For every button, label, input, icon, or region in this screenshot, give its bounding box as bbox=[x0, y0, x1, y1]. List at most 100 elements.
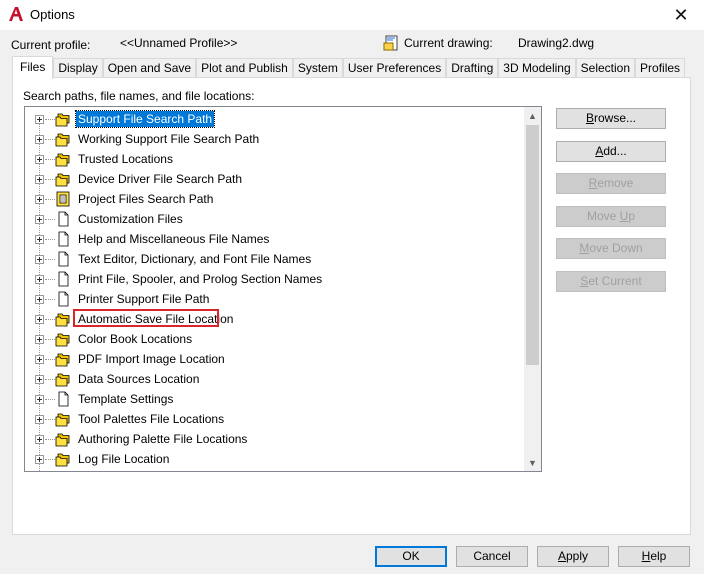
tree-item-label: Customization Files bbox=[78, 212, 183, 226]
tree-item-label: Trusted Locations bbox=[78, 152, 173, 166]
help-button[interactable]: Help bbox=[618, 546, 690, 567]
set-current-button[interactable]: Set Current bbox=[556, 271, 666, 292]
tree-item[interactable]: Tool Palettes File Locations bbox=[25, 409, 523, 429]
project-files-icon bbox=[55, 191, 71, 207]
expand-plus-icon[interactable] bbox=[35, 355, 44, 364]
expand-plus-icon[interactable] bbox=[35, 115, 44, 124]
expand-plus-icon[interactable] bbox=[35, 275, 44, 284]
tab-plot-and-publish[interactable]: Plot and Publish bbox=[196, 58, 293, 78]
tree-item[interactable]: Authoring Palette File Locations bbox=[25, 429, 523, 449]
tree-item[interactable]: Text Editor, Dictionary, and Font File N… bbox=[25, 249, 523, 269]
scroll-up-arrow-icon[interactable]: ▲ bbox=[524, 107, 541, 124]
folder-stack-icon bbox=[55, 151, 71, 167]
tab-open-and-save[interactable]: Open and Save bbox=[102, 58, 197, 78]
tree-item-label: Tool Palettes File Locations bbox=[78, 412, 225, 426]
tree-branch-line bbox=[45, 459, 55, 460]
current-profile-value: <<Unnamed Profile>> bbox=[120, 36, 238, 50]
expand-plus-icon[interactable] bbox=[35, 155, 44, 164]
expand-plus-icon[interactable] bbox=[35, 315, 44, 324]
tree-vertical-scrollbar[interactable]: ▲ ▼ bbox=[524, 107, 541, 471]
tree-branch-line bbox=[45, 179, 55, 180]
tree-branch-line bbox=[45, 339, 55, 340]
annotation-highlight-box bbox=[73, 309, 219, 327]
tree-branch-line bbox=[45, 299, 55, 300]
tree-item-label: Project Files Search Path bbox=[78, 192, 214, 206]
expand-plus-icon[interactable] bbox=[35, 175, 44, 184]
tree-branch-line bbox=[45, 219, 55, 220]
tab-files[interactable]: Files bbox=[12, 56, 54, 79]
window-title: Options bbox=[30, 7, 75, 22]
scroll-down-arrow-icon[interactable]: ▼ bbox=[524, 454, 541, 471]
move-up-button[interactable]: Move Up bbox=[556, 206, 666, 227]
tree-branch-line bbox=[45, 319, 55, 320]
document-icon bbox=[55, 211, 71, 227]
scrollbar-thumb[interactable] bbox=[526, 125, 539, 365]
tree-item[interactable]: Data Sources Location bbox=[25, 369, 523, 389]
expand-plus-icon[interactable] bbox=[35, 135, 44, 144]
tab-selection[interactable]: Selection bbox=[575, 58, 636, 78]
expand-plus-icon[interactable] bbox=[35, 435, 44, 444]
current-drawing-label: Current drawing: bbox=[404, 36, 493, 50]
tree-item[interactable]: Support File Search Path bbox=[25, 109, 523, 129]
cancel-button[interactable]: Cancel bbox=[456, 546, 528, 567]
tab-drafting[interactable]: Drafting bbox=[446, 58, 499, 78]
tree-branch-line bbox=[45, 279, 55, 280]
tree-item-label: Log File Location bbox=[78, 452, 170, 466]
expand-plus-icon[interactable] bbox=[35, 375, 44, 384]
file-locations-tree[interactable]: Support File Search Path Working Support … bbox=[24, 106, 542, 472]
folder-stack-icon bbox=[55, 311, 71, 327]
tree-item-label: Help and Miscellaneous File Names bbox=[78, 232, 270, 246]
folder-stack-icon bbox=[55, 351, 71, 367]
tab-system[interactable]: System bbox=[292, 58, 343, 78]
tab-3d-modeling[interactable]: 3D Modeling bbox=[498, 58, 576, 78]
expand-plus-icon[interactable] bbox=[35, 335, 44, 344]
tree-item-label: Template Settings bbox=[78, 392, 174, 406]
ok-button[interactable]: OK bbox=[375, 546, 447, 567]
search-paths-label: Search paths, file names, and file locat… bbox=[23, 89, 255, 103]
tree-item-label: Working Support File Search Path bbox=[78, 132, 260, 146]
tab-user-preferences[interactable]: User Preferences bbox=[342, 58, 447, 78]
tree-item[interactable]: Printer Support File Path bbox=[25, 289, 523, 309]
close-icon: ✕ bbox=[673, 4, 689, 25]
document-icon bbox=[55, 271, 71, 287]
tree-item[interactable]: Working Support File Search Path bbox=[25, 129, 523, 149]
expand-plus-icon[interactable] bbox=[35, 415, 44, 424]
move-down-button[interactable]: Move Down bbox=[556, 238, 666, 259]
remove-button[interactable]: Remove bbox=[556, 173, 666, 194]
tree-branch-line bbox=[45, 119, 55, 120]
tree-item[interactable]: Template Settings bbox=[25, 389, 523, 409]
tree-item-label: Device Driver File Search Path bbox=[78, 172, 243, 186]
tree-item[interactable]: Color Book Locations bbox=[25, 329, 523, 349]
tree-item[interactable]: Trusted Locations bbox=[25, 149, 523, 169]
apply-button[interactable]: Apply bbox=[537, 546, 609, 567]
close-button[interactable]: ✕ bbox=[658, 0, 704, 30]
tab-display[interactable]: Display bbox=[53, 58, 103, 78]
expand-plus-icon[interactable] bbox=[35, 295, 44, 304]
tree-item[interactable]: Help and Miscellaneous File Names bbox=[25, 229, 523, 249]
folder-stack-icon bbox=[55, 171, 71, 187]
tree-item[interactable]: PDF Import Image Location bbox=[25, 349, 523, 369]
expand-plus-icon[interactable] bbox=[35, 255, 44, 264]
tree-item-label: Authoring Palette File Locations bbox=[78, 432, 248, 446]
expand-plus-icon[interactable] bbox=[35, 195, 44, 204]
expand-plus-icon[interactable] bbox=[35, 235, 44, 244]
add-button[interactable]: Add... bbox=[556, 141, 666, 162]
expand-plus-icon[interactable] bbox=[35, 395, 44, 404]
tree-branch-line bbox=[45, 399, 55, 400]
tree-item[interactable]: Customization Files bbox=[25, 209, 523, 229]
browse-button[interactable]: Browse... bbox=[556, 108, 666, 129]
tree-item[interactable]: Print File, Spooler, and Prolog Section … bbox=[25, 269, 523, 289]
folder-stack-icon bbox=[55, 431, 71, 447]
folder-stack-icon bbox=[55, 411, 71, 427]
expand-plus-icon[interactable] bbox=[35, 455, 44, 464]
document-icon bbox=[55, 231, 71, 247]
current-profile-label: Current profile: bbox=[11, 38, 91, 52]
tree-branch-line bbox=[45, 159, 55, 160]
tree-item[interactable]: Project Files Search Path bbox=[25, 189, 523, 209]
tree-item[interactable]: Device Driver File Search Path bbox=[25, 169, 523, 189]
tab-profiles[interactable]: Profiles bbox=[635, 58, 686, 78]
folder-stack-icon bbox=[55, 371, 71, 387]
tree-branch-line bbox=[45, 139, 55, 140]
expand-plus-icon[interactable] bbox=[35, 215, 44, 224]
tree-item[interactable]: Log File Location bbox=[25, 449, 523, 469]
